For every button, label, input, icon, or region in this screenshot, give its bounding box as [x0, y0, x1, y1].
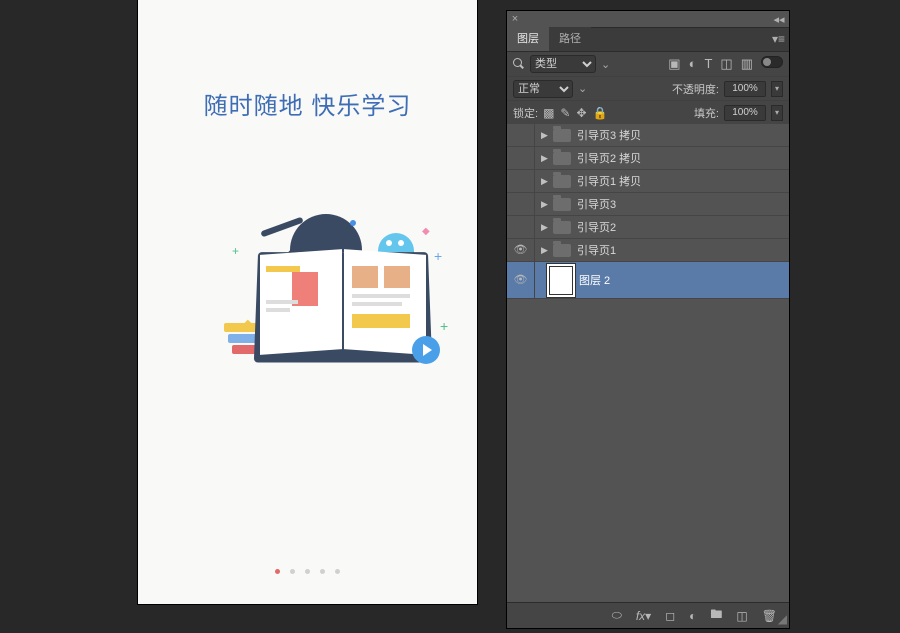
- layer-list: ▶ 引导页3 拷贝 ▶ 引导页2 拷贝 ▶ 引导页1 拷贝 ▶ 引导页3 ▶ 引…: [507, 124, 789, 299]
- adjustment-layer-icon[interactable]: ◐: [689, 609, 696, 623]
- layer-kind-select[interactable]: 类型: [530, 55, 596, 73]
- layer-name[interactable]: 引导页1 拷贝: [577, 173, 641, 189]
- filter-toggle[interactable]: [761, 56, 783, 68]
- delete-layer-icon[interactable]: 🗑: [762, 609, 777, 623]
- folder-icon: [553, 221, 571, 234]
- folder-icon: [553, 129, 571, 142]
- onboarding-title: 随时随地 快乐学习: [138, 86, 477, 121]
- layer-row[interactable]: ▶ 引导页3: [507, 193, 789, 216]
- robot-icon: [378, 233, 414, 253]
- opacity-stepper[interactable]: ▾: [771, 81, 783, 97]
- page-dot: [305, 569, 310, 574]
- layer-thumbnail[interactable]: [549, 266, 573, 295]
- play-icon: [412, 336, 440, 364]
- fill-label: 填充:: [694, 105, 719, 121]
- layer-row-selected[interactable]: 👁 图层 2: [507, 262, 789, 299]
- layer-row[interactable]: 👁 ▶ 引导页1: [507, 239, 789, 262]
- disclosure-icon[interactable]: ▶: [541, 153, 551, 163]
- link-layers-icon[interactable]: ⬭: [612, 608, 622, 623]
- filter-shape-icon[interactable]: ◫: [720, 56, 732, 72]
- layer-name[interactable]: 图层 2: [579, 272, 610, 288]
- layer-name[interactable]: 引导页2 拷贝: [577, 150, 641, 166]
- folder-icon: [553, 152, 571, 165]
- visibility-toggle[interactable]: [507, 124, 535, 146]
- disclosure-icon[interactable]: ▶: [541, 245, 551, 255]
- filter-type-icon[interactable]: T: [704, 56, 712, 72]
- page-dot: [290, 569, 295, 574]
- tab-paths[interactable]: 路径: [549, 27, 591, 51]
- disclosure-icon[interactable]: ▶: [541, 176, 551, 186]
- page-indicator: [138, 569, 477, 574]
- layer-name[interactable]: 引导页2: [577, 219, 616, 235]
- tab-layers[interactable]: 图层: [507, 27, 549, 51]
- filter-pixel-icon[interactable]: ▣: [668, 56, 680, 72]
- opacity-input[interactable]: 100%: [724, 81, 766, 97]
- new-layer-icon[interactable]: ◫: [736, 609, 747, 623]
- layer-row[interactable]: ▶ 引导页2: [507, 216, 789, 239]
- filter-bar: 类型 ⌄ ▣ ◐ T ◫ ▥: [507, 52, 789, 76]
- layer-name[interactable]: 引导页3 拷贝: [577, 127, 641, 143]
- page-dot-active: [275, 569, 280, 574]
- disclosure-icon[interactable]: ▶: [541, 222, 551, 232]
- fill-input[interactable]: 100%: [724, 105, 766, 121]
- lock-pixels-icon[interactable]: ▩: [543, 106, 554, 120]
- page-dot: [335, 569, 340, 574]
- lock-label: 锁定:: [513, 105, 538, 121]
- lock-brush-icon[interactable]: ✎: [560, 106, 570, 120]
- fill-stepper[interactable]: ▾: [771, 105, 783, 121]
- folder-icon: [553, 175, 571, 188]
- disclosure-icon[interactable]: ▶: [541, 130, 551, 140]
- onboarding-illustration: +◆+◆+: [190, 200, 436, 374]
- visibility-toggle[interactable]: [507, 147, 535, 169]
- layers-panel: × ◂◂ 图层 路径 ▾≡ 类型 ⌄ ▣ ◐ T ◫ ▥ 正常 ⌄ 不透明度: …: [507, 11, 789, 628]
- layer-mask-icon[interactable]: ◻: [665, 609, 675, 623]
- collapse-icon[interactable]: ◂◂: [769, 13, 789, 26]
- resize-grip-icon[interactable]: ◢: [778, 612, 787, 626]
- search-icon: [513, 58, 525, 70]
- visibility-toggle[interactable]: [507, 170, 535, 192]
- lock-position-icon[interactable]: ✥: [576, 106, 586, 120]
- layer-style-icon[interactable]: fx▾: [636, 609, 651, 623]
- lock-all-icon[interactable]: 🔒: [593, 106, 608, 120]
- dropdown-arrow-icon[interactable]: ⌄: [578, 82, 587, 95]
- page-dot: [320, 569, 325, 574]
- disclosure-icon[interactable]: ▶: [541, 199, 551, 209]
- close-icon[interactable]: ×: [507, 13, 523, 25]
- layer-row[interactable]: ▶ 引导页2 拷贝: [507, 147, 789, 170]
- opacity-label: 不透明度:: [672, 81, 719, 97]
- layer-row[interactable]: ▶ 引导页3 拷贝: [507, 124, 789, 147]
- visibility-toggle[interactable]: [507, 216, 535, 238]
- new-group-icon[interactable]: 🖿: [710, 605, 722, 626]
- visibility-toggle[interactable]: [507, 193, 535, 215]
- artboard: 随时随地 快乐学习 +◆+◆+: [138, 0, 477, 604]
- dropdown-arrow-icon[interactable]: ⌄: [601, 58, 610, 71]
- visibility-toggle[interactable]: 👁: [507, 239, 535, 261]
- blend-mode-select[interactable]: 正常: [513, 80, 573, 98]
- layer-name[interactable]: 引导页3: [577, 196, 616, 212]
- layer-name[interactable]: 引导页1: [577, 242, 616, 258]
- panel-menu-icon[interactable]: ▾≡: [772, 32, 785, 46]
- panel-titlebar[interactable]: × ◂◂: [507, 11, 789, 28]
- folder-icon: [553, 198, 571, 211]
- filter-smart-icon[interactable]: ▥: [741, 56, 753, 72]
- filter-adjust-icon[interactable]: ◐: [689, 56, 697, 72]
- folder-icon: [553, 244, 571, 257]
- layer-row[interactable]: ▶ 引导页1 拷贝: [507, 170, 789, 193]
- visibility-toggle[interactable]: 👁: [507, 262, 535, 298]
- panel-footer: ⬭ fx▾ ◻ ◐ 🖿 ◫ 🗑 ◢: [507, 602, 789, 628]
